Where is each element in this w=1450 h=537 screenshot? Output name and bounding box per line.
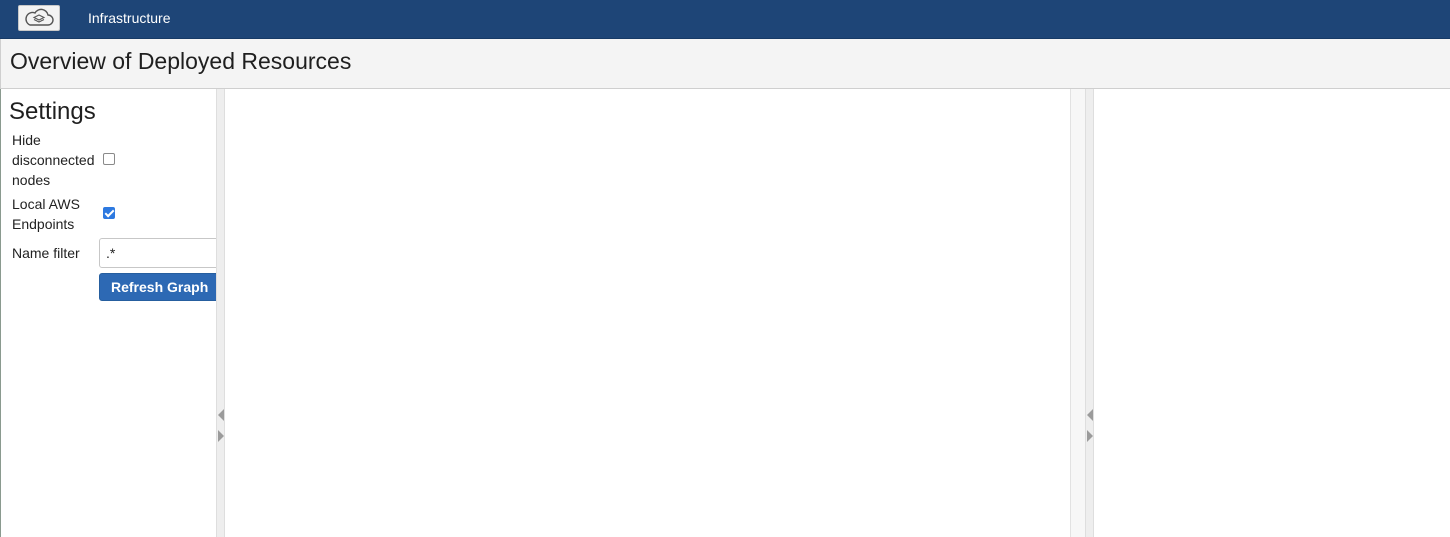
details-panel bbox=[1094, 89, 1450, 537]
collapse-left-arrow-icon[interactable] bbox=[218, 409, 224, 421]
cloud-layers-icon-svg bbox=[25, 8, 54, 26]
right-splitter[interactable] bbox=[1085, 89, 1094, 537]
nav-app-title[interactable]: Infrastructure bbox=[88, 10, 170, 26]
expand-right-arrow-icon[interactable] bbox=[1087, 430, 1093, 442]
page-title: Overview of Deployed Resources bbox=[10, 48, 352, 74]
name-filter-label: Name filter bbox=[12, 245, 80, 261]
cloud-layers-icon[interactable] bbox=[18, 5, 60, 31]
page-header: Overview of Deployed Resources bbox=[0, 39, 1450, 89]
left-splitter[interactable] bbox=[216, 89, 225, 537]
local-aws-checkbox[interactable] bbox=[103, 207, 115, 219]
name-filter-input[interactable] bbox=[99, 238, 217, 268]
hide-disconnected-label-line-1: Hide bbox=[12, 132, 41, 148]
settings-panel: Settings Hide disconnected nodes Local A… bbox=[1, 89, 217, 537]
hide-disconnected-label-line-3: nodes bbox=[12, 172, 51, 188]
collapse-left-arrow-icon[interactable] bbox=[1087, 409, 1093, 421]
hide-disconnected-checkbox[interactable] bbox=[103, 153, 115, 165]
graph-canvas[interactable] bbox=[225, 89, 1070, 537]
hide-disconnected-label-line-2: disconnected bbox=[12, 152, 95, 168]
refresh-graph-button[interactable]: Refresh Graph bbox=[99, 273, 217, 301]
graph-panel-edge bbox=[1070, 89, 1085, 537]
settings-title: Settings bbox=[9, 98, 96, 125]
local-aws-label-line-2: Endpoints bbox=[12, 216, 75, 232]
expand-right-arrow-icon[interactable] bbox=[218, 430, 224, 442]
local-aws-label-line-1: Local AWS bbox=[12, 196, 80, 212]
top-navbar: Infrastructure bbox=[0, 0, 1450, 39]
